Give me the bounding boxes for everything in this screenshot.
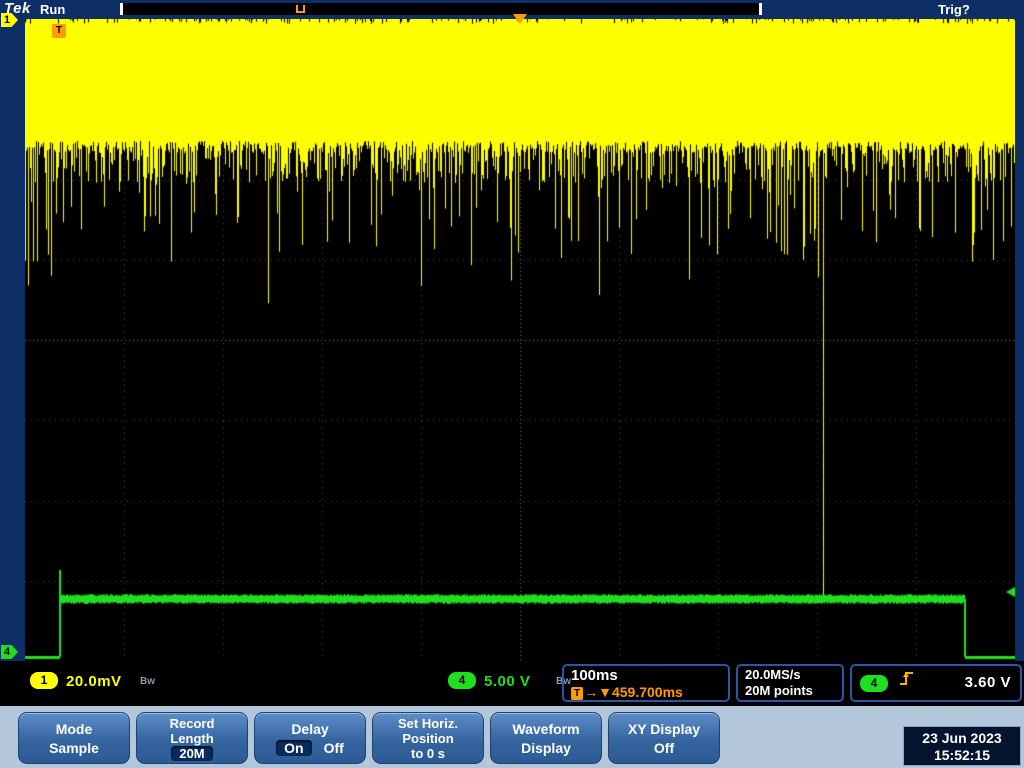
graticule: T: [25, 19, 1015, 661]
menu-button-xy-display[interactable]: XY Display Off: [608, 712, 720, 764]
record-length-readout: 20M points: [745, 683, 835, 699]
time-label: 15:52:15: [904, 747, 1020, 763]
mode-label: Mode: [56, 721, 93, 737]
horiz-label-2: Position: [402, 731, 453, 746]
rising-edge-icon: [898, 669, 916, 687]
menu-button-delay[interactable]: Delay On Off: [254, 712, 366, 764]
acquisition-readout-box: 20.0MS/s 20M points: [736, 664, 844, 702]
record-length-value: 20M: [171, 746, 212, 761]
ch4-badge: 4: [448, 672, 476, 689]
ch4-position-marker[interactable]: 4: [1, 645, 18, 659]
horiz-label-3: to 0 s: [411, 746, 445, 761]
delay-position-marker[interactable]: [296, 5, 305, 13]
datetime-box: 23 Jun 2023 15:52:15: [903, 726, 1021, 766]
waveform-label-1: Waveform: [512, 721, 579, 737]
ch4-vertical-scale: 5.00 V: [484, 673, 530, 690]
acq-window-left-bracket: [120, 3, 123, 15]
delay-readout: T→▼459.700ms: [571, 684, 683, 700]
ch1-vertical-scale: 20.0mV: [66, 673, 122, 690]
delay-value: 459.700ms: [612, 684, 683, 700]
delay-label: Delay: [291, 721, 328, 737]
expansion-point-marker[interactable]: [513, 14, 527, 24]
delay-on-option[interactable]: On: [276, 740, 311, 756]
mode-value: Sample: [49, 740, 99, 756]
acq-window-right-bracket: [759, 3, 762, 15]
record-label-1: Record: [170, 716, 215, 731]
menu-button-mode[interactable]: Mode Sample: [18, 712, 130, 764]
delay-off-option[interactable]: Off: [324, 740, 344, 756]
trigger-level-readout: 3.60 V: [965, 674, 1011, 691]
delay-arrows-icon: →▼: [584, 684, 612, 700]
xy-label-1: XY Display: [628, 721, 700, 737]
trigger-source-badge: 4: [860, 675, 888, 692]
top-status-bar: Tek Run Trig?: [0, 0, 1024, 18]
ch1-bandwidth-icon: Bw: [140, 676, 155, 687]
menu-button-set-horiz-position[interactable]: Set Horiz. Position to 0 s: [372, 712, 484, 764]
timebase-readout: 100ms: [571, 667, 721, 684]
horiz-label-1: Set Horiz.: [398, 716, 458, 731]
oscilloscope-screen: Tek Run Trig? T 1 4 1 20.0mV Bw 4 5.00 V…: [0, 0, 1024, 768]
trigger-time-flag[interactable]: T: [52, 24, 66, 38]
status-readout-bar: 1 20.0mV Bw 4 5.00 V Bw 100ms T→▼459.700…: [0, 661, 1024, 706]
delay-t-icon: T: [571, 687, 583, 700]
trigger-readout-box: 4 3.60 V: [850, 664, 1022, 702]
trigger-status-label: Trig?: [938, 2, 970, 17]
menu-button-waveform-display[interactable]: Waveform Display: [490, 712, 602, 764]
horizontal-readout-box: 100ms T→▼459.700ms: [562, 664, 730, 702]
xy-label-2: Off: [654, 740, 674, 756]
ch1-badge: 1: [30, 672, 58, 689]
acquisition-position-bar[interactable]: [120, 3, 762, 15]
menu-button-record-length[interactable]: Record Length 20M: [136, 712, 248, 764]
acquisition-run-status: Run: [40, 2, 65, 17]
date-label: 23 Jun 2023: [904, 730, 1020, 746]
waveform-canvas: [25, 19, 1015, 661]
sample-rate-readout: 20.0MS/s: [745, 667, 835, 683]
record-label-2: Length: [170, 731, 213, 746]
bottom-menu-bar: Mode Sample Record Length 20M Delay On O…: [0, 706, 1024, 768]
waveform-label-2: Display: [521, 740, 571, 756]
